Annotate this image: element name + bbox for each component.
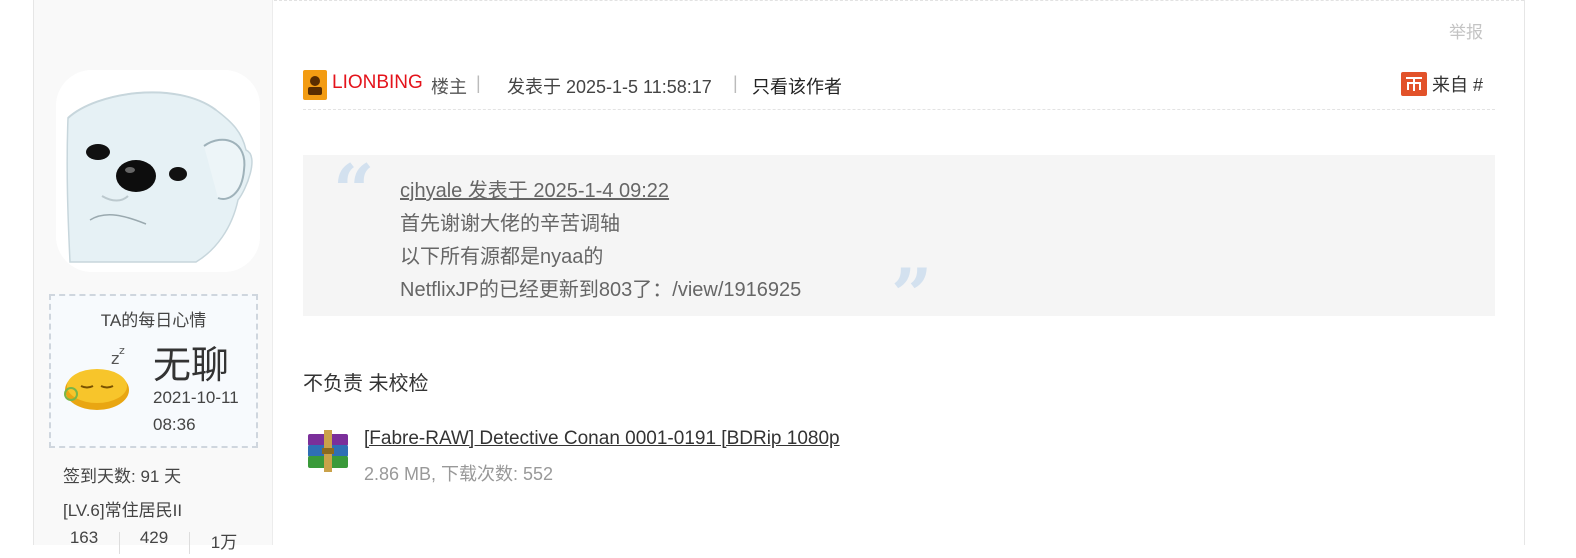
- avatar[interactable]: [56, 70, 260, 272]
- post-time: 发表于 2025-1-5 11:58:17: [507, 77, 712, 97]
- report-link[interactable]: 举报: [1449, 18, 1483, 43]
- attachment-link[interactable]: [Fabre-RAW] Detective Conan 0001-0191 [B…: [364, 428, 840, 450]
- rar-archive-icon: [308, 430, 348, 472]
- stat-credits[interactable]: 1万: [190, 528, 258, 553]
- mood-date: 2021-10-11 08:36: [153, 388, 239, 434]
- mood-title: TA的每日心情: [100, 311, 207, 330]
- user-stats: 163 429 1万: [50, 528, 270, 558]
- separator: |: [476, 73, 481, 93]
- divider: [274, 0, 1524, 1]
- user-level[interactable]: [LV.6]常住居民II: [63, 496, 182, 521]
- sign-in-days: 签到天数: 91 天: [63, 467, 182, 486]
- quote-line: 首先谢谢大佬的辛苦调轴: [400, 213, 620, 235]
- open-quote-icon: “: [333, 148, 375, 233]
- sleepy-face-icon: z z: [64, 346, 129, 410]
- separator: |: [733, 73, 738, 93]
- post-body: 不负责 未校检: [303, 373, 429, 395]
- user-badge-icon: [303, 70, 327, 100]
- daily-mood-box: TA的每日心情 z z 无聊 2021-10-11 08:36: [49, 294, 258, 448]
- quote-line: 以下所有源都是nyaa的: [400, 246, 604, 268]
- mood-word: 无聊: [153, 345, 230, 387]
- polar-bear-avatar-icon: [56, 70, 260, 272]
- quote-source-link[interactable]: cjhyale 发表于 2025-1-4 09:22: [400, 174, 669, 203]
- stat-topics[interactable]: 163: [50, 528, 118, 548]
- author-name[interactable]: LIONBING: [332, 72, 423, 94]
- attachment-meta: 2.86 MB, 下载次数: 552: [364, 464, 554, 484]
- quote-line: NetflixJP的已经更新到803了：/view/1916925: [400, 279, 802, 301]
- thread-starter-label: 楼主: [431, 77, 467, 97]
- only-author-link[interactable]: 只看该作者: [752, 73, 842, 99]
- close-quote-icon: ”: [891, 252, 933, 337]
- stat-posts[interactable]: 429: [120, 528, 188, 548]
- from-link[interactable]: 来自 #: [1432, 71, 1483, 97]
- quote-block: “ cjhyale 发表于 2025-1-4 09:22 首先谢谢大佬的辛苦调轴…: [303, 148, 1495, 331]
- top-badge-icon[interactable]: [1401, 72, 1427, 96]
- svg-text:z: z: [119, 346, 125, 357]
- header-divider: [303, 109, 1495, 110]
